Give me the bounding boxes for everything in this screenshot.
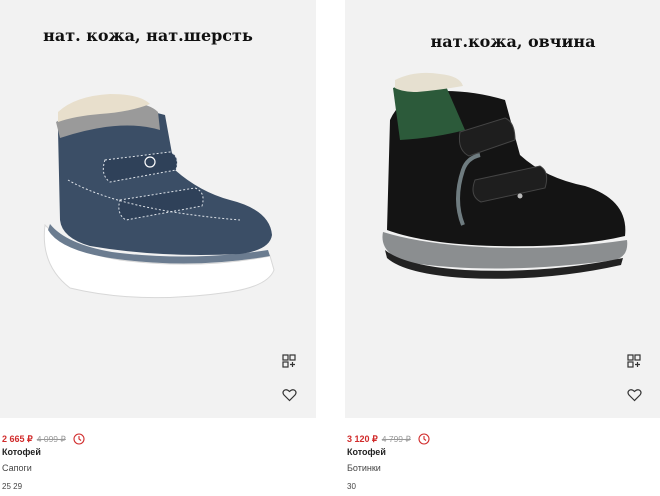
old-price: 4 099 ₽ bbox=[36, 433, 66, 444]
product-category[interactable]: Ботинки bbox=[347, 463, 647, 473]
product-card[interactable]: нат.кожа, овчина 3 120 ₽ 4 799 ₽ Котофей… bbox=[345, 0, 660, 496]
product-category[interactable]: Сапоги bbox=[2, 463, 302, 473]
blue-winter-boot-image bbox=[43, 94, 275, 299]
product-image[interactable]: нат. кожа, нат.шерсть bbox=[0, 0, 316, 418]
product-card[interactable]: нат. кожа, нат.шерсть 2 665 ₽ 4 099 ₽ Ко… bbox=[0, 0, 316, 496]
brand-name[interactable]: Котофей bbox=[2, 447, 302, 457]
heart-icon[interactable] bbox=[280, 386, 298, 404]
product-info: 3 120 ₽ 4 799 ₽ Котофей Ботинки 30 bbox=[347, 432, 647, 491]
compare-icon[interactable] bbox=[280, 352, 298, 370]
black-winter-boot-image bbox=[382, 72, 628, 279]
old-price: 4 799 ₽ bbox=[381, 433, 411, 444]
product-info: 2 665 ₽ 4 099 ₽ Котофей Сапоги 25 29 bbox=[2, 432, 302, 491]
clock-icon bbox=[73, 433, 85, 445]
product-image[interactable]: нат.кожа, овчина bbox=[345, 0, 660, 418]
available-sizes: 30 bbox=[347, 482, 356, 491]
material-caption: нат. кожа, нат.шерсть bbox=[43, 26, 253, 45]
available-sizes: 25 29 bbox=[2, 482, 23, 491]
current-price: 3 120 ₽ bbox=[347, 433, 378, 444]
current-price: 2 665 ₽ bbox=[2, 433, 33, 444]
material-caption: нат.кожа, овчина bbox=[430, 32, 596, 51]
compare-icon[interactable] bbox=[625, 352, 643, 370]
heart-icon[interactable] bbox=[625, 386, 643, 404]
brand-name[interactable]: Котофей bbox=[347, 447, 647, 457]
clock-icon bbox=[418, 433, 430, 445]
